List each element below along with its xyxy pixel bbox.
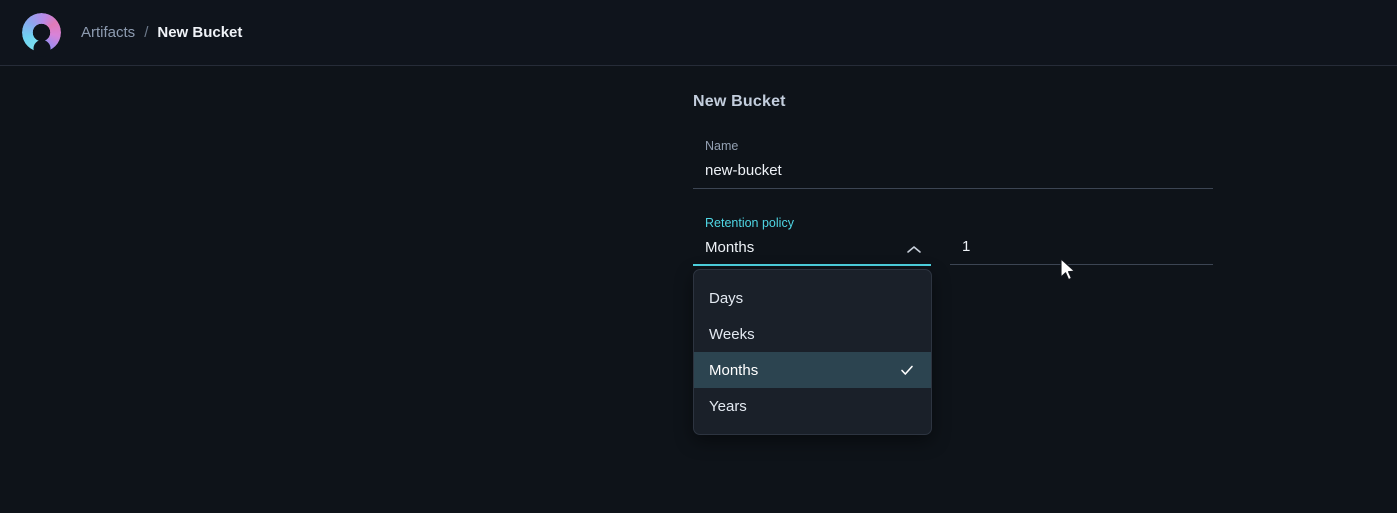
name-field-label: Name	[705, 139, 739, 153]
logo-notch-shape	[33, 40, 50, 57]
name-field[interactable]: Name new-bucket	[693, 139, 1213, 189]
breadcrumb-separator: /	[144, 24, 149, 41]
artifacts-logo-icon[interactable]	[22, 13, 61, 57]
dropdown-option-years[interactable]: Years	[694, 388, 931, 424]
breadcrumb-item-current: New Bucket	[157, 24, 243, 41]
dropdown-option-months[interactable]: Months	[694, 352, 931, 388]
chevron-up-icon[interactable]	[905, 243, 923, 255]
retention-policy-value: Months	[705, 239, 755, 256]
top-bar: Artifacts / New Bucket	[0, 0, 1397, 66]
dropdown-option-weeks[interactable]: Weeks	[694, 316, 931, 352]
retention-amount-field[interactable]: 1	[950, 229, 1213, 265]
retention-policy-select[interactable]: Retention policy Months	[693, 216, 931, 266]
retention-amount-input[interactable]: 1	[950, 237, 1213, 257]
dropdown-option-label: Months	[709, 361, 759, 379]
dropdown-option-label: Years	[709, 397, 747, 415]
retention-policy-row: Retention policy Months 1	[693, 216, 1213, 266]
check-icon	[899, 362, 915, 378]
dropdown-option-label: Days	[709, 289, 744, 307]
retention-policy-label: Retention policy	[705, 216, 794, 230]
page-title: New Bucket	[693, 93, 786, 110]
dropdown-option-days[interactable]: Days	[694, 280, 931, 316]
new-bucket-form: New Bucket Name new-bucket Retention pol…	[693, 93, 1213, 266]
dropdown-option-label: Weeks	[709, 325, 755, 343]
name-input[interactable]: new-bucket	[693, 161, 1213, 181]
breadcrumb-item-artifacts[interactable]: Artifacts	[81, 24, 135, 41]
breadcrumb: Artifacts / New Bucket	[81, 24, 242, 41]
retention-policy-dropdown[interactable]: Days Weeks Months Years	[693, 269, 932, 435]
